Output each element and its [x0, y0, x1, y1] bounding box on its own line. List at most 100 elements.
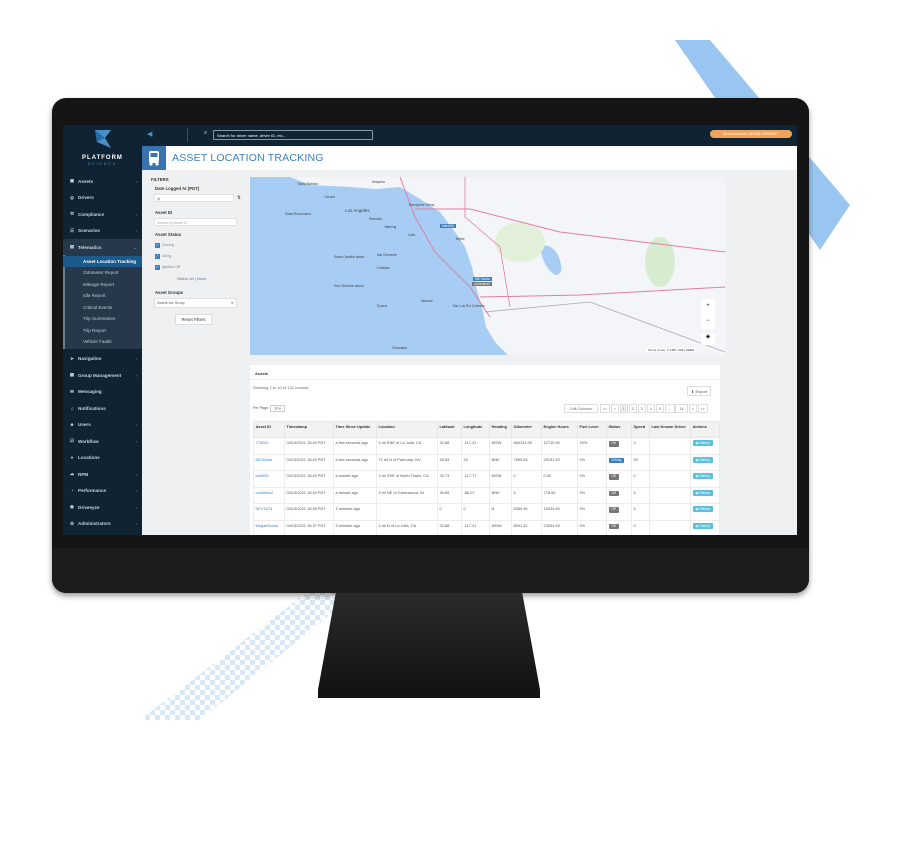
column-header[interactable]: Odometer	[511, 421, 542, 438]
page-button[interactable]: <	[610, 404, 619, 413]
checkbox-ignition-off[interactable]: ✓	[155, 265, 160, 270]
select-none-link[interactable]: None	[197, 277, 206, 281]
sidebar-item-drivers[interactable]: ◎ Drivers	[63, 190, 142, 206]
column-header[interactable]: Location	[376, 421, 438, 438]
column-header[interactable]: Timestamp	[284, 421, 334, 438]
map-marker[interactable]: cummins2	[472, 282, 492, 286]
asset-id-link[interactable]: cummins2	[256, 490, 274, 495]
page-button[interactable]: ...	[664, 404, 675, 413]
table-cell: 32.88	[437, 519, 462, 535]
page-button[interactable]: 3	[637, 404, 646, 413]
page-button[interactable]: 2	[628, 404, 637, 413]
column-header[interactable]: Fuel Level	[577, 421, 607, 438]
sidebar-subitem[interactable]: Mileage Report	[63, 279, 142, 291]
history-button[interactable]: ◉ History	[692, 473, 713, 479]
sidebar-item-compliance[interactable]: ⚒ Compliance ‹	[63, 206, 142, 222]
asset-id-link[interactable]: DEV1874	[256, 506, 273, 511]
filters-panel: FILTERS Date Logged At (PDT) ▦ ⇅ Asset I…	[145, 170, 245, 330]
asset-id-link[interactable]: 6874Auto	[256, 457, 273, 462]
reset-filters-button[interactable]: Reset Filters	[175, 314, 212, 325]
column-header[interactable]: Engine Hours	[541, 421, 578, 438]
checkbox-driving[interactable]: ✓	[155, 243, 160, 248]
sidebar-item-scenarios[interactable]: ☰ Scenarios ‹	[63, 223, 142, 239]
sidebar-subitem[interactable]: Trip Report	[63, 325, 142, 337]
sidebar-item-locations[interactable]: ● Locations	[63, 450, 142, 466]
sidebar-item-group-management[interactable]: ▦ Group Management ‹	[63, 367, 142, 383]
per-page-select[interactable]: 10 ▾	[269, 404, 285, 412]
sidebar-item-performance[interactable]: ◔ Performance ‹	[63, 483, 142, 499]
column-header[interactable]: Time Since Update	[333, 421, 377, 438]
zoom-out-button[interactable]: −	[701, 314, 715, 329]
page-button[interactable]: 4	[646, 404, 655, 413]
asset-status-label: Asset Status	[155, 232, 182, 237]
table-row: bde005 04/13/2021 15:40 PDT a minute ago 3 …	[253, 470, 720, 488]
sidebar-item-assets[interactable]: ▣ Assets ‹	[63, 173, 142, 189]
history-button[interactable]: ◉ History	[692, 489, 713, 496]
column-header[interactable]: Actions	[690, 421, 720, 438]
table-cell: 0	[631, 437, 650, 455]
sidebar-item-telematics[interactable]: ▤ Telematics ⌄	[63, 239, 142, 255]
sort-icon[interactable]: ⇅	[237, 195, 241, 201]
asset-id-input[interactable]: Search by Asset ID	[154, 218, 237, 226]
column-header[interactable]: Latitude	[437, 421, 462, 438]
sidebar-subitem[interactable]: Vehicle Faults	[63, 336, 142, 348]
page-button[interactable]: >>	[697, 404, 708, 413]
page-button[interactable]: 5	[655, 404, 664, 413]
asset-id-link[interactable]: bde005	[256, 473, 269, 478]
back-logo-icon[interactable]: ◀	[147, 130, 152, 138]
column-header[interactable]: Speed	[631, 421, 650, 438]
sidebar-item-workflow[interactable]: ☑ Workflow ‹	[63, 433, 142, 449]
map-marker[interactable]: 6874Auto	[473, 277, 492, 281]
edit-columns-button[interactable]: Edit Columns	[564, 404, 598, 413]
sidebar-item-users[interactable]: ☻ Users ‹	[63, 417, 142, 433]
export-button[interactable]: ⬇ Export	[687, 386, 712, 396]
asset-id-link[interactable]: MeganRocks	[256, 523, 279, 528]
table-row: MeganRocks 04/13/2021 15:37 PDT 3 minutes …	[253, 519, 720, 535]
history-button[interactable]: ◉ History	[692, 506, 713, 512]
page-button[interactable]: >	[688, 404, 697, 413]
search-input[interactable]: Search for driver name, driver ID, etc..…	[213, 130, 373, 140]
sidebar-subitem[interactable]: Odometer Report	[63, 267, 142, 279]
asset-id-link[interactable]: 775202	[256, 440, 269, 445]
map-marker[interactable]: bde006	[440, 224, 456, 228]
table-cell: 0	[631, 486, 650, 504]
sidebar-item-driveeyze[interactable]: ◉ Driveeyze ‹	[63, 499, 142, 515]
page-button[interactable]: 1	[619, 404, 628, 413]
history-button[interactable]: ◉ History	[692, 522, 713, 529]
select-all-link[interactable]: All	[189, 277, 193, 281]
history-button[interactable]: ◉ History	[692, 440, 713, 446]
date-input[interactable]: ▦	[154, 194, 234, 202]
table-cell: 12710.90	[541, 437, 578, 455]
page-button[interactable]: 14	[675, 404, 688, 413]
sidebar-subitem[interactable]: Critical Events	[63, 302, 142, 314]
chevron-down-icon: ▾	[231, 300, 233, 305]
terms-link[interactable]: Terms of use	[648, 348, 665, 352]
table-cell: 0	[631, 519, 650, 535]
column-header[interactable]: Last Known Driver	[649, 421, 691, 438]
layers-icon[interactable]: ◈	[701, 333, 715, 345]
sidebar-item-navigation[interactable]: ➤ Navigation ‹	[63, 351, 142, 367]
table-cell: 04/13/2021 15:40 PDT	[284, 486, 334, 504]
column-header[interactable]: Heading	[489, 421, 512, 438]
checkbox-idling[interactable]: ✓	[155, 254, 160, 259]
column-header[interactable]: Longitude	[461, 421, 490, 438]
page-button[interactable]: <<	[600, 404, 610, 413]
sidebar-item-notifications[interactable]: ♫ Notifications	[63, 400, 142, 416]
history-button[interactable]: ◉ History	[692, 456, 713, 463]
sidebar-item-rpm[interactable]: ☁ RPM ‹	[63, 466, 142, 482]
sidebar-subitem[interactable]: Trip Summaries	[63, 313, 142, 325]
column-header[interactable]: Status	[606, 421, 632, 438]
zoom-in-button[interactable]: +	[701, 299, 715, 314]
sidebar-item-messaging[interactable]: ✉ Messaging	[63, 384, 142, 400]
table-cell: NNE	[489, 453, 512, 471]
sidebar-subitem[interactable]: Idle Report	[63, 290, 142, 302]
group-select[interactable]: Search for Group ▾	[154, 298, 237, 308]
sidebar-item-administrators[interactable]: ⚙ Administrators ‹	[63, 516, 142, 532]
table-cell: 0%	[577, 503, 607, 521]
column-header[interactable]: Asset ID	[253, 421, 285, 438]
table-cell: 19244.90	[541, 503, 578, 521]
sidebar-subitem[interactable]: Asset Location Tracking	[63, 255, 142, 267]
map[interactable]: Santa Barbara Oxnard Los Angeles Riverside H…	[250, 177, 725, 355]
page-title: ASSET LOCATION TRACKING	[172, 152, 324, 164]
truck-icon: ▣	[69, 178, 75, 183]
